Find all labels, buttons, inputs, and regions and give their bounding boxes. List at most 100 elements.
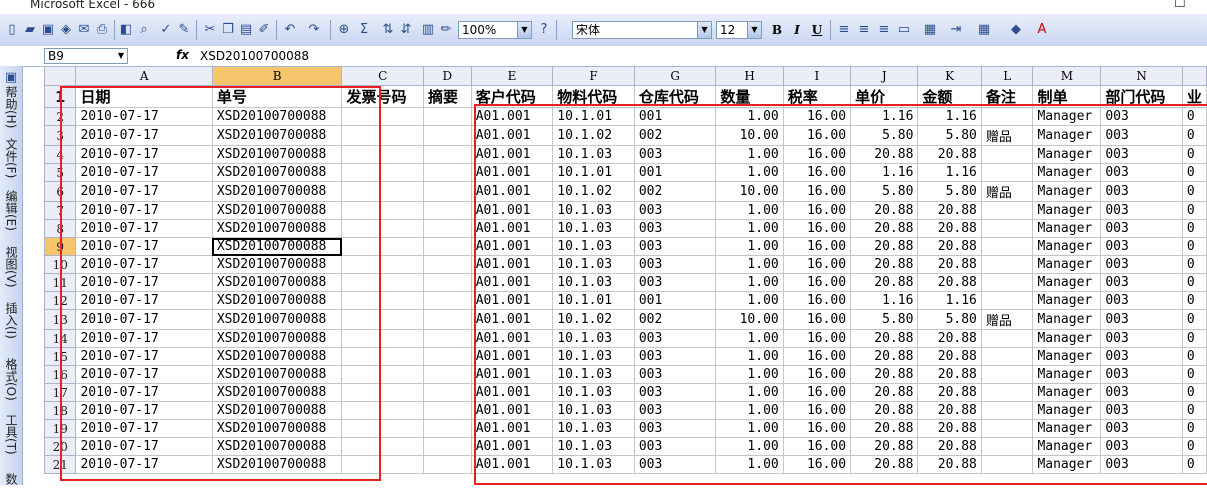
fill-color-icon[interactable]: ◆: [1008, 22, 1024, 38]
row-header[interactable]: 7: [43, 201, 77, 220]
chevron-down-icon[interactable]: ▼: [747, 22, 761, 38]
cell[interactable]: 10.00: [715, 309, 784, 330]
cell[interactable]: XSD20100700088: [211, 291, 343, 310]
cell[interactable]: 1.16: [850, 107, 919, 126]
column-header[interactable]: N: [1100, 66, 1183, 86]
cell[interactable]: 2010-07-17: [75, 455, 213, 474]
cell[interactable]: 5.80: [850, 309, 919, 330]
row-header[interactable]: 6: [43, 181, 77, 202]
row-header[interactable]: 2: [43, 107, 77, 126]
cell[interactable]: 16.00: [782, 219, 852, 238]
cell[interactable]: 1.00: [715, 273, 784, 292]
chart-wizard-icon[interactable]: ▥: [420, 22, 436, 38]
menu-file[interactable]: 文件(F): [2, 138, 20, 178]
cell[interactable]: 20.88: [917, 273, 982, 292]
cell[interactable]: 10.1.03: [552, 273, 635, 292]
cell[interactable]: [341, 237, 424, 256]
cell[interactable]: XSD20100700088: [211, 163, 343, 182]
cell[interactable]: 003: [633, 401, 717, 420]
cell[interactable]: XSD20100700088: [211, 329, 343, 348]
cell[interactable]: 003: [633, 273, 717, 292]
cell[interactable]: 20.88: [850, 437, 919, 456]
cell[interactable]: A01.001: [470, 309, 554, 330]
cell[interactable]: [341, 309, 424, 330]
cell[interactable]: [341, 181, 424, 202]
cell[interactable]: 1.00: [715, 201, 784, 220]
cell[interactable]: 20.88: [850, 455, 919, 474]
sort-ascending-icon[interactable]: ⇅: [380, 22, 396, 38]
cell[interactable]: 10.1.03: [552, 437, 635, 456]
cell[interactable]: XSD20100700088: [211, 125, 343, 146]
cell[interactable]: 5.80: [917, 309, 982, 330]
cell[interactable]: Manager: [1032, 273, 1102, 292]
permission-icon[interactable]: ◈: [58, 22, 74, 38]
cell[interactable]: 16.00: [782, 163, 852, 182]
cell[interactable]: Manager: [1032, 145, 1102, 164]
cell[interactable]: 16.00: [782, 329, 852, 348]
header-cell[interactable]: 发票号码: [341, 85, 424, 108]
borders-icon[interactable]: ▦: [976, 22, 992, 38]
cell[interactable]: XSD20100700088: [211, 145, 343, 164]
cell[interactable]: 2010-07-17: [75, 145, 213, 164]
cell[interactable]: 16.00: [782, 125, 852, 146]
column-header[interactable]: E: [470, 66, 554, 86]
row-header[interactable]: 18: [43, 401, 77, 420]
header-cell[interactable]: 制单: [1032, 85, 1102, 108]
cell[interactable]: [341, 107, 424, 126]
cell[interactable]: Manager: [1032, 309, 1102, 330]
cell[interactable]: 20.88: [850, 219, 919, 238]
cell[interactable]: 10.00: [715, 181, 784, 202]
cell[interactable]: [980, 145, 1034, 164]
column-header[interactable]: I: [782, 66, 852, 86]
cell[interactable]: 1.00: [715, 145, 784, 164]
row-header[interactable]: 14: [43, 329, 77, 348]
cell[interactable]: [423, 455, 472, 474]
cell[interactable]: [423, 163, 472, 182]
cell[interactable]: Manager: [1032, 437, 1102, 456]
font-name-select[interactable]: 宋体 ▼: [572, 21, 712, 39]
header-cell[interactable]: 数量: [715, 85, 784, 108]
cell[interactable]: [980, 273, 1034, 292]
cell[interactable]: 0: [1181, 291, 1207, 310]
zoom-select[interactable]: 100% ▼: [458, 21, 532, 39]
column-header[interactable]: M: [1032, 66, 1102, 86]
open-icon[interactable]: ▰: [22, 22, 38, 38]
cell[interactable]: [423, 383, 472, 402]
cell[interactable]: A01.001: [470, 383, 554, 402]
cell[interactable]: 0: [1181, 365, 1207, 384]
cell[interactable]: 2010-07-17: [75, 107, 213, 126]
header-cell[interactable]: 仓库代码: [633, 85, 717, 108]
formula-content[interactable]: XSD20100700088: [200, 49, 309, 63]
column-header[interactable]: D: [423, 66, 472, 86]
cell[interactable]: 16.00: [782, 237, 852, 256]
cell[interactable]: 003: [1100, 125, 1183, 146]
cell[interactable]: 赠品: [980, 181, 1034, 202]
cut-icon[interactable]: ✂: [202, 22, 218, 38]
cell[interactable]: [423, 219, 472, 238]
cell[interactable]: 10.1.03: [552, 365, 635, 384]
align-right-icon[interactable]: ≡: [876, 22, 892, 38]
font-size-select[interactable]: 12 ▼: [716, 21, 762, 39]
cell[interactable]: 16.00: [782, 291, 852, 310]
cell[interactable]: [423, 365, 472, 384]
cell[interactable]: XSD20100700088: [211, 273, 343, 292]
sheet-icon[interactable]: ▣: [3, 70, 19, 86]
cell[interactable]: 002: [633, 181, 717, 202]
header-cell[interactable]: 摘要: [423, 85, 472, 108]
cell[interactable]: 10.1.03: [552, 383, 635, 402]
cell[interactable]: 2010-07-17: [75, 419, 213, 438]
cell[interactable]: 0: [1181, 145, 1207, 164]
cell[interactable]: 003: [1100, 291, 1183, 310]
cell[interactable]: 20.88: [850, 201, 919, 220]
cell[interactable]: 0: [1181, 329, 1207, 348]
sort-descending-icon[interactable]: ⇵: [398, 22, 414, 38]
cell[interactable]: [423, 181, 472, 202]
cell[interactable]: 1.16: [917, 291, 982, 310]
cell[interactable]: 003: [633, 365, 717, 384]
column-header[interactable]: G: [633, 66, 717, 86]
cell[interactable]: Manager: [1032, 291, 1102, 310]
cell[interactable]: 1.00: [715, 107, 784, 126]
cell[interactable]: [980, 255, 1034, 274]
cell[interactable]: [341, 145, 424, 164]
cell[interactable]: [341, 347, 424, 366]
